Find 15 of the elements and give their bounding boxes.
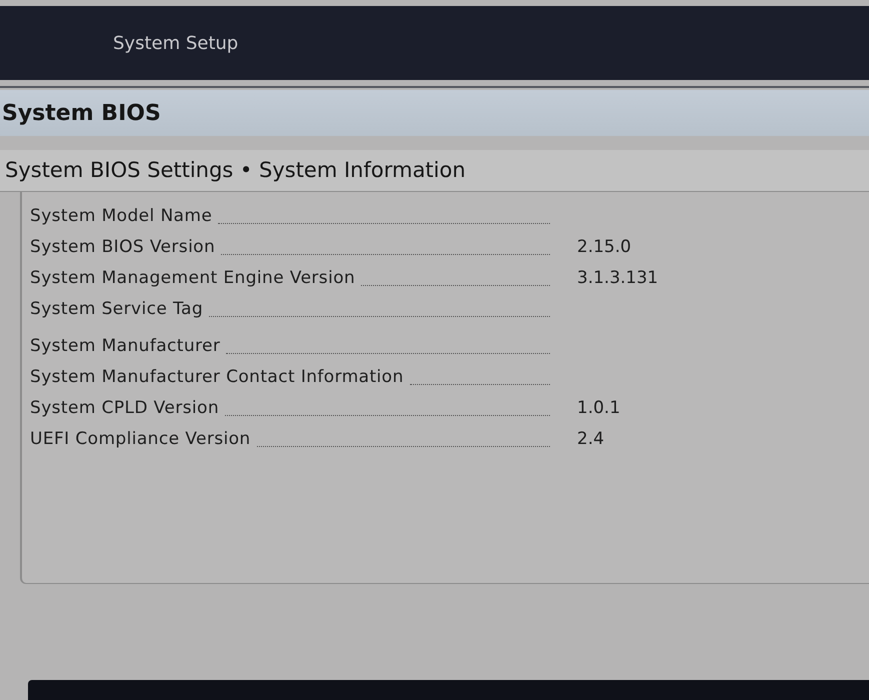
field-value: 3.1.3.131	[577, 266, 658, 290]
field-label: System CPLD Version	[30, 396, 219, 420]
field-label: UEFI Compliance Version	[30, 428, 251, 451]
field-label: System Manufacturer	[30, 334, 220, 358]
field-value: 1.0.1	[577, 396, 620, 420]
section-title: System BIOS Settings • System Information	[5, 156, 466, 184]
header-title: System Setup	[113, 32, 238, 56]
field-value: 2.15.0	[577, 236, 632, 259]
field-label: System Management Engine Version	[30, 266, 356, 290]
field-label: System Service Tag	[30, 298, 204, 321]
field-label: System BIOS Version	[30, 236, 216, 259]
field-label: System Model Name	[30, 204, 212, 228]
page-title: System BIOS	[2, 100, 161, 128]
field-label: System Manufacturer Contact Information	[30, 366, 404, 389]
field-value: 2.4	[577, 428, 604, 451]
